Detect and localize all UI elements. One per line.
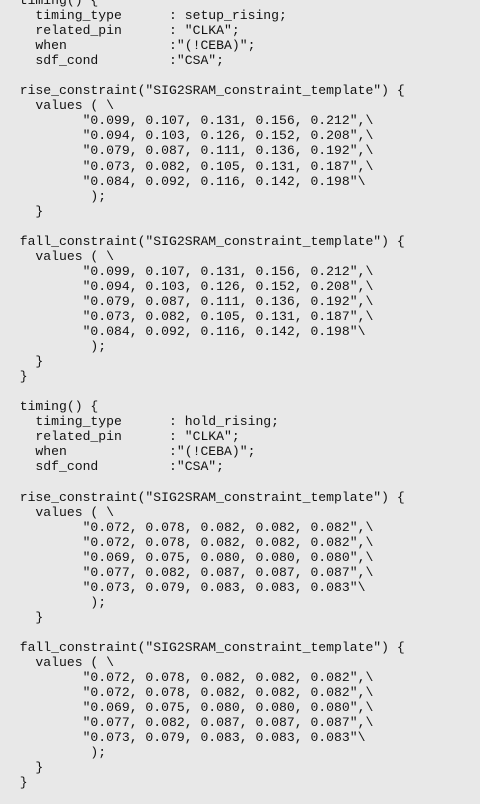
code-line: "0.073, 0.082, 0.105, 0.131, 0.187",\	[4, 158, 374, 174]
code-line: "0.072, 0.078, 0.082, 0.082, 0.082",\	[4, 685, 374, 701]
code-line: }	[4, 203, 44, 219]
code-line: timing_type : setup_rising;	[4, 8, 287, 24]
code-line: "0.073, 0.082, 0.105, 0.131, 0.187",\	[4, 308, 374, 324]
code-line: sdf_cond :"CSA";	[4, 459, 225, 475]
code-line: "0.073, 0.079, 0.083, 0.083, 0.083"\	[4, 579, 366, 595]
code-line: );	[4, 339, 107, 355]
code-line: values ( \	[4, 248, 115, 264]
code-line: );	[4, 594, 107, 610]
code-line: "0.079, 0.087, 0.111, 0.136, 0.192",\	[4, 293, 374, 309]
code-line: "0.084, 0.092, 0.116, 0.142, 0.198"\	[4, 324, 366, 340]
code-line: timing_type : hold_rising;	[4, 414, 280, 430]
code-line: "0.077, 0.082, 0.087, 0.087, 0.087",\	[4, 715, 374, 731]
code-line: related_pin : "CLKA";	[4, 23, 240, 39]
code-line: when :"(!CEBA)";	[4, 38, 256, 54]
code-line: }	[4, 775, 28, 791]
code-line: when :"(!CEBA)";	[4, 444, 256, 460]
code-line: "0.084, 0.092, 0.116, 0.142, 0.198"\	[4, 173, 366, 189]
code-line: "0.099, 0.107, 0.131, 0.156, 0.212",\	[4, 263, 374, 279]
code-line: "0.077, 0.082, 0.087, 0.087, 0.087",\	[4, 564, 374, 580]
code-line: );	[4, 188, 107, 204]
code-line: "0.094, 0.103, 0.126, 0.152, 0.208",\	[4, 128, 374, 144]
code-line: "0.072, 0.078, 0.082, 0.082, 0.082",\	[4, 519, 374, 535]
code-line: timing() {	[4, 0, 99, 8]
code-line: fall_constraint("SIG2SRAM_constraint_tem…	[4, 233, 405, 249]
code-line: rise_constraint("SIG2SRAM_constraint_tem…	[4, 489, 405, 505]
code-line: values ( \	[4, 655, 115, 671]
code-listing: timing() { timing_type : setup_rising; r…	[4, 0, 405, 790]
code-line: );	[4, 745, 107, 761]
code-line: "0.072, 0.078, 0.082, 0.082, 0.082",\	[4, 670, 374, 686]
code-line: }	[4, 354, 44, 370]
code-line: "0.069, 0.075, 0.080, 0.080, 0.080",\	[4, 549, 374, 565]
code-line: "0.079, 0.087, 0.111, 0.136, 0.192",\	[4, 143, 374, 159]
code-line: rise_constraint("SIG2SRAM_constraint_tem…	[4, 83, 405, 99]
code-line: timing() {	[4, 399, 99, 415]
code-line: "0.072, 0.078, 0.082, 0.082, 0.082",\	[4, 534, 374, 550]
code-line: values ( \	[4, 504, 115, 520]
code-line: "0.099, 0.107, 0.131, 0.156, 0.212",\	[4, 113, 374, 129]
code-line: related_pin : "CLKA";	[4, 429, 240, 445]
code-line: }	[4, 369, 28, 385]
code-line: sdf_cond :"CSA";	[4, 53, 225, 69]
code-line: }	[4, 760, 44, 776]
code-line: "0.069, 0.075, 0.080, 0.080, 0.080",\	[4, 700, 374, 716]
code-line: "0.073, 0.079, 0.083, 0.083, 0.083"\	[4, 730, 366, 746]
code-line: "0.094, 0.103, 0.126, 0.152, 0.208",\	[4, 278, 374, 294]
code-line: fall_constraint("SIG2SRAM_constraint_tem…	[4, 640, 405, 656]
code-line: values ( \	[4, 98, 115, 114]
code-line: }	[4, 609, 44, 625]
